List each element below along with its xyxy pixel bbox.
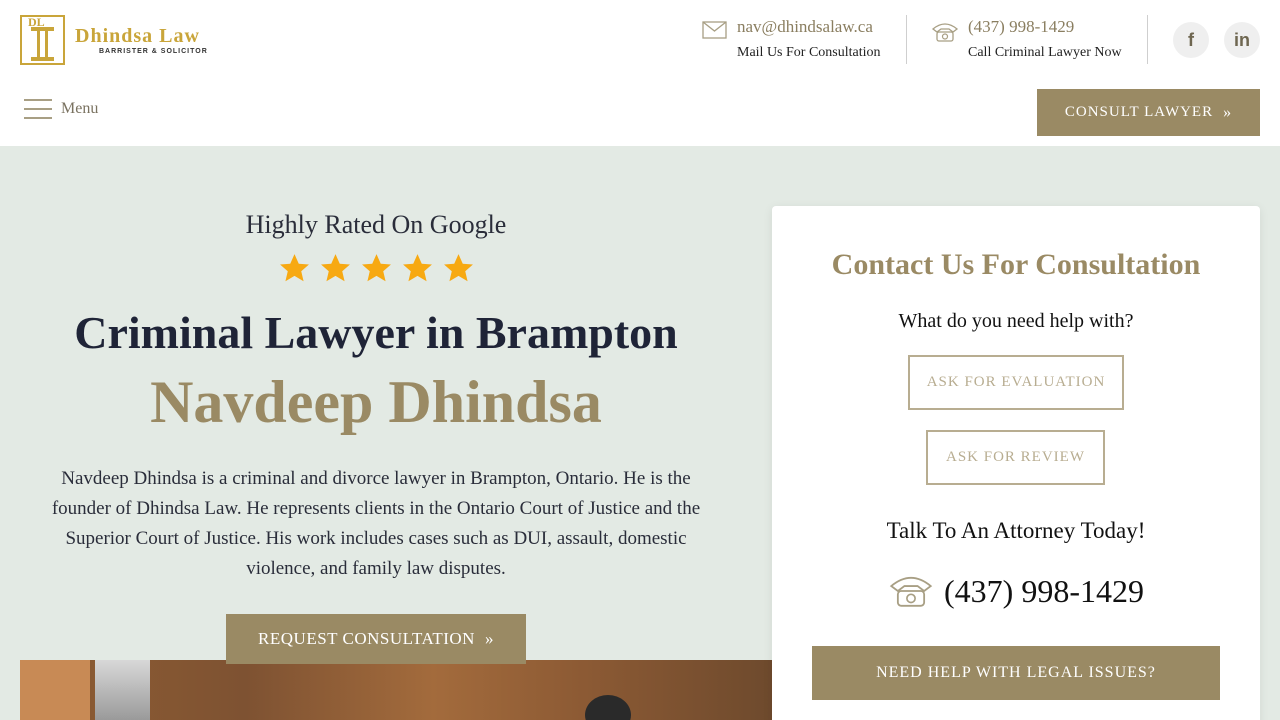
ask-evaluation-button[interactable]: ASK FOR EVALUATION [908, 355, 1124, 410]
envelope-icon [702, 21, 727, 39]
email-label: Mail Us For Consultation [737, 45, 881, 60]
linkedin-icon[interactable]: in [1224, 22, 1260, 58]
hero-description: Navdeep Dhindsa is a criminal and divorc… [51, 468, 701, 579]
phone-icon [931, 23, 959, 42]
star-icon [443, 254, 473, 282]
courtroom-photo [20, 660, 772, 720]
hero-section: Highly Rated On Google Criminal Lawyer i… [0, 146, 1280, 720]
pillar-logo-icon: DL [20, 15, 65, 65]
consult-lawyer-label: CONSULT LAWYER [1064, 104, 1214, 120]
email-value[interactable]: nav@dhindsalaw.ca [737, 17, 873, 37]
logo-name: Dhindsa Law [75, 24, 200, 47]
phone-value[interactable]: (437) 998-1429 [968, 17, 1074, 37]
rating-stars [0, 252, 752, 290]
form-title: Contact Us For Consultation [831, 248, 1201, 281]
phone-contact[interactable]: (437) 998-1429 Call Criminal Lawyer Now [931, 15, 1131, 65]
talk-attorney-text: Talk To An Attorney Today! [886, 518, 1146, 543]
star-icon [279, 254, 309, 282]
consult-lawyer-button[interactable]: CONSULT LAWYER » [1037, 89, 1260, 136]
phone-label: Call Criminal Lawyer Now [968, 45, 1122, 60]
rated-text: Highly Rated On Google [245, 210, 507, 239]
star-icon [361, 254, 391, 282]
star-icon [402, 254, 432, 282]
lawyer-name: Navdeep Dhindsa [150, 369, 602, 435]
page-title: Criminal Lawyer in Brampton [74, 307, 678, 358]
consultation-form: Contact Us For Consultation What do you … [772, 206, 1260, 720]
phone-icon [889, 576, 933, 607]
site-header: DL Dhindsa Law BARRISTER & SOLICITOR nav… [0, 0, 1280, 146]
form-phone-number[interactable]: (437) 998-1429 [944, 573, 1144, 610]
request-consultation-label: REQUEST CONSULTATION [258, 629, 475, 648]
need-help-button[interactable]: NEED HELP WITH LEGAL ISSUES? [812, 646, 1220, 700]
site-logo[interactable]: DL Dhindsa Law BARRISTER & SOLICITOR [20, 15, 208, 65]
double-chevron-right-icon: » [1223, 103, 1233, 121]
double-chevron-right-icon: » [484, 629, 494, 648]
form-question: What do you need help with? [898, 310, 1134, 332]
logo-tagline: BARRISTER & SOLICITOR [99, 47, 208, 55]
divider [906, 15, 907, 64]
divider [1147, 15, 1148, 64]
form-phone[interactable]: (437) 998-1429 [888, 572, 1144, 610]
hamburger-icon [24, 99, 52, 119]
request-consultation-button[interactable]: REQUEST CONSULTATION » [226, 614, 526, 664]
star-icon [320, 254, 350, 282]
ask-review-button[interactable]: ASK FOR REVIEW [926, 430, 1105, 485]
menu-toggle[interactable]: Menu [24, 99, 98, 119]
facebook-icon[interactable]: f [1173, 22, 1209, 58]
menu-label: Menu [61, 100, 99, 117]
email-contact[interactable]: nav@dhindsalaw.ca Mail Us For Consultati… [702, 15, 902, 65]
